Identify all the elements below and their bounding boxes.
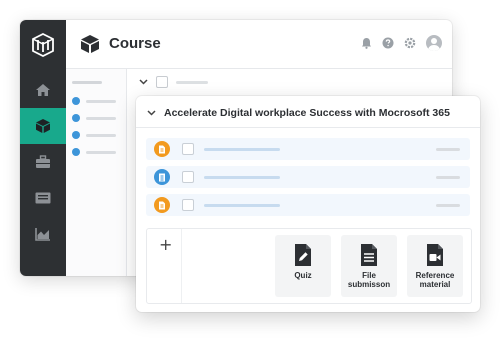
document-icon bbox=[154, 197, 170, 213]
id-card-icon[interactable] bbox=[20, 180, 66, 216]
file-submission-label-line1: File bbox=[362, 271, 376, 280]
outline-item-placeholder bbox=[86, 133, 116, 137]
lesson-meta-placeholder bbox=[436, 148, 460, 151]
chevron-down-icon[interactable] bbox=[146, 108, 156, 118]
outline-item[interactable] bbox=[72, 148, 116, 156]
plus-icon[interactable]: + bbox=[159, 237, 172, 253]
outline-item-placeholder bbox=[86, 116, 116, 120]
add-content-panel: + Quiz File submisson Reference material bbox=[146, 228, 472, 304]
divider bbox=[136, 127, 480, 128]
file-submission-icon bbox=[359, 243, 379, 267]
outline-item-placeholder bbox=[86, 99, 116, 103]
outline-header-placeholder bbox=[72, 81, 102, 84]
lesson-checkbox[interactable] bbox=[182, 143, 194, 155]
lesson-checkbox[interactable] bbox=[182, 199, 194, 211]
reference-material-tile[interactable]: Reference material bbox=[407, 235, 463, 297]
outline-item-placeholder bbox=[86, 150, 116, 154]
left-rail bbox=[20, 20, 66, 276]
video-icon bbox=[425, 243, 445, 267]
status-dot-icon bbox=[72, 131, 80, 139]
status-dot-icon bbox=[72, 114, 80, 122]
top-bar: Course bbox=[66, 20, 452, 69]
user-avatar-icon[interactable] bbox=[426, 35, 442, 51]
module-header[interactable]: Accelerate Digital workplace Success wit… bbox=[146, 104, 470, 122]
lesson-title-placeholder bbox=[204, 203, 280, 207]
outline-item[interactable] bbox=[72, 131, 116, 139]
status-dot-icon bbox=[72, 148, 80, 156]
lesson-checkbox[interactable] bbox=[182, 171, 194, 183]
file-submission-tile[interactable]: File submisson bbox=[341, 235, 397, 297]
topbar-actions bbox=[360, 35, 442, 51]
help-icon[interactable] bbox=[382, 37, 394, 49]
outline-item[interactable] bbox=[72, 97, 116, 105]
quiz-label: Quiz bbox=[294, 271, 312, 280]
briefcase-icon[interactable] bbox=[20, 144, 66, 180]
page-title: Course bbox=[109, 35, 161, 52]
file-submission-label-line2: submisson bbox=[347, 280, 391, 289]
stage: Course Accelerate Digital workplace Succ… bbox=[0, 0, 500, 350]
lesson-title-placeholder bbox=[204, 175, 280, 179]
divider bbox=[181, 229, 182, 303]
quiz-icon bbox=[293, 243, 313, 267]
lesson-meta-placeholder bbox=[436, 176, 460, 179]
document-icon bbox=[154, 141, 170, 157]
lesson-meta-placeholder bbox=[436, 204, 460, 207]
lesson-title-placeholder bbox=[204, 147, 280, 151]
collapsed-module-row[interactable] bbox=[138, 76, 208, 88]
module-title: Accelerate Digital workplace Success wit… bbox=[164, 107, 450, 119]
reference-material-label: Reference material bbox=[407, 271, 463, 289]
module-card: Accelerate Digital workplace Success wit… bbox=[136, 96, 480, 312]
course-box-icon bbox=[80, 34, 100, 54]
lesson-row[interactable] bbox=[146, 194, 470, 216]
bell-icon[interactable] bbox=[360, 37, 372, 49]
settings-icon[interactable] bbox=[404, 37, 416, 49]
outline-item[interactable] bbox=[72, 114, 116, 122]
course-box-icon[interactable] bbox=[20, 108, 66, 144]
file-submission-label: File submisson bbox=[341, 271, 397, 289]
chart-icon[interactable] bbox=[20, 216, 66, 252]
status-dot-icon bbox=[72, 97, 80, 105]
document-icon bbox=[154, 169, 170, 185]
reference-material-label-line2: material bbox=[419, 280, 451, 289]
module-checkbox[interactable] bbox=[156, 76, 168, 88]
logo-icon[interactable] bbox=[20, 28, 66, 62]
quiz-tile[interactable]: Quiz bbox=[275, 235, 331, 297]
home-icon[interactable] bbox=[20, 72, 66, 108]
chevron-down-icon[interactable] bbox=[138, 77, 148, 87]
lesson-row[interactable] bbox=[146, 138, 470, 160]
reference-material-label-line1: Reference bbox=[415, 271, 455, 280]
lesson-row[interactable] bbox=[146, 166, 470, 188]
outline-panel bbox=[66, 69, 127, 276]
module-title-placeholder bbox=[176, 80, 208, 84]
